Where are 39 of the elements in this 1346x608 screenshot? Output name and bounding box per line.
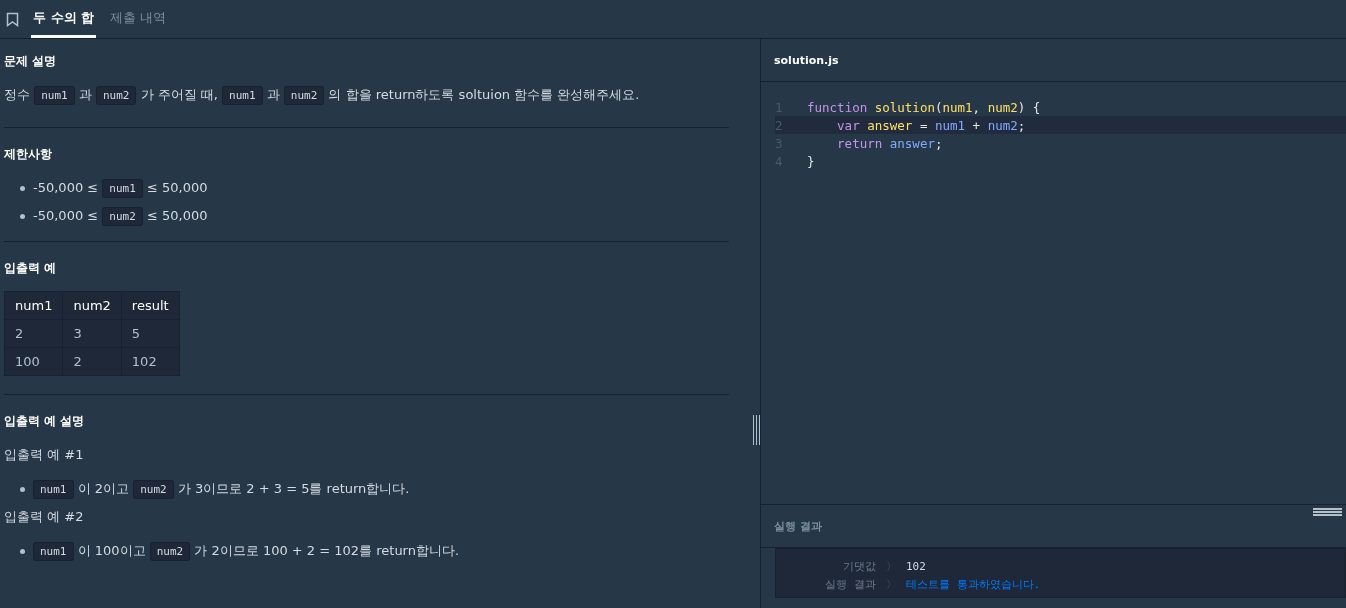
- list-item-text: num1 이 100이고 num2 가 2이므로 100 + 2 = 102를 return합니다.: [33, 540, 460, 563]
- list-item-text: -50,000 ≤ num2 ≤ 50,000: [33, 205, 208, 228]
- bullet-icon: [20, 186, 25, 191]
- table-cell: 5: [121, 319, 180, 348]
- list-item-text: num1 이 2이고 num2 가 3이므로 2 + 3 = 5를 return합니다.: [33, 478, 410, 501]
- section-heading: 문제 설명: [4, 53, 58, 70]
- result-value: 102: [906, 559, 926, 573]
- tab[interactable]: 두 수의 합: [31, 0, 97, 38]
- file-name: solution.js: [761, 39, 1346, 82]
- code-line: function solution(num1, num2) {: [807, 99, 1041, 115]
- list-item-text: -50,000 ≤ num1 ≤ 50,000: [33, 177, 208, 200]
- table-header-cell: num1: [4, 291, 63, 320]
- section-heading: 제한사항: [4, 146, 53, 163]
- bullet-icon: [20, 214, 25, 219]
- table-header-cell: result: [121, 291, 180, 320]
- tab[interactable]: 제출 내역: [108, 0, 169, 38]
- resize-handle[interactable]: [1313, 508, 1342, 516]
- code-line: var answer = num1 + num2;: [837, 117, 1026, 133]
- code-line: return answer;: [837, 135, 943, 151]
- table-cell: 102: [121, 347, 180, 376]
- section-heading: 입출력 예: [4, 260, 58, 277]
- bullet-icon: [20, 549, 25, 554]
- separator-text: 〉: [884, 558, 898, 574]
- table-cell: 2: [4, 319, 63, 348]
- result-value: 테스트를 통과하였습니다.: [906, 576, 1041, 592]
- bookmark-icon[interactable]: [6, 11, 19, 27]
- table-header-cell: num2: [62, 291, 122, 320]
- result-label: 실행 결과: [824, 576, 876, 592]
- resize-handle[interactable]: [753, 415, 760, 445]
- paragraph-text: 입출력 예 #2: [4, 508, 85, 526]
- paragraph-text: 정수 num1 과 num2 가 주어질 때, num1 과 num2 의 합을 return하도록 soltuion 함수를 완성해주세요.: [4, 84, 729, 107]
- separator-text: 〉: [884, 576, 898, 592]
- result-label: 기댓값: [842, 558, 876, 574]
- code-line: }: [807, 153, 815, 169]
- bullet-icon: [20, 487, 25, 492]
- results-title: 실행 결과: [774, 518, 822, 534]
- table-cell: 100: [4, 347, 63, 376]
- paragraph-text: 입출력 예 #1: [4, 446, 85, 464]
- section-heading: 입출력 예 설명: [4, 413, 86, 430]
